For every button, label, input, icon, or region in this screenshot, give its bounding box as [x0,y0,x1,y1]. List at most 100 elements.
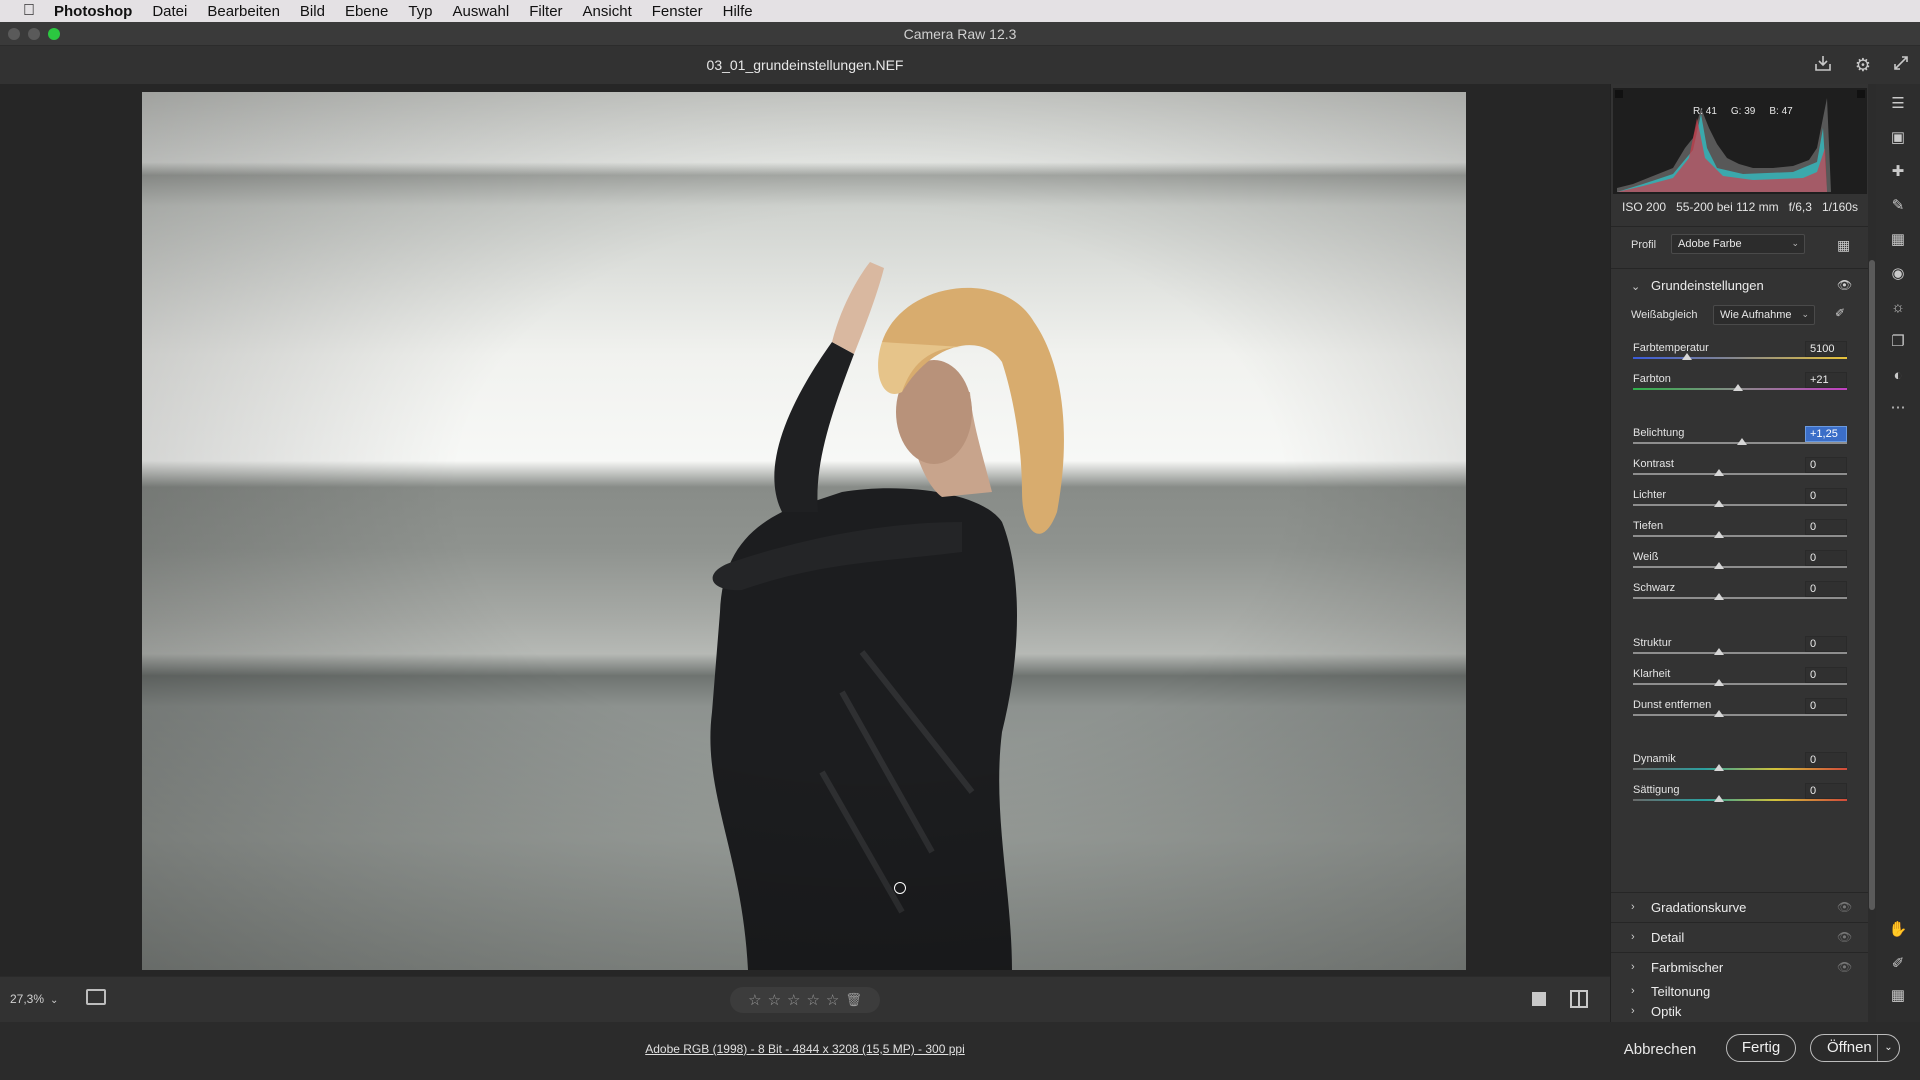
slider-value-input[interactable]: 0 [1805,457,1847,473]
menu-datei[interactable]: Datei [152,3,187,20]
eye-icon[interactable]: 👁 [1837,960,1852,974]
menu-fenster[interactable]: Fenster [652,3,703,20]
brush-icon[interactable]: ✎ [1888,196,1908,216]
profile-browser-icon[interactable]: ▦ [1837,237,1853,253]
slider-value-input[interactable]: 0 [1805,581,1847,597]
slider-value-input[interactable]: 0 [1805,488,1847,504]
section-color-mixer[interactable]: › Farbmischer 👁 [1611,952,1869,982]
image-canvas[interactable] [0,84,1610,976]
menu-ansicht[interactable]: Ansicht [583,3,632,20]
menu-hilfe[interactable]: Hilfe [723,3,753,20]
slider-thumb[interactable] [1713,531,1724,538]
scrollbar-thumb[interactable] [1869,260,1875,910]
hand-icon[interactable]: ✋ [1888,920,1908,940]
radial-icon[interactable]: ◉ [1888,264,1908,284]
menu-photoshop[interactable]: Photoshop [54,3,132,20]
menu-filter[interactable]: Filter [529,3,562,20]
healing-icon[interactable]: ✚ [1888,162,1908,182]
eye-icon[interactable]: 👁 [1837,930,1852,944]
slider-thumb[interactable] [1713,593,1724,600]
grid-icon[interactable]: ▦ [1888,986,1908,1006]
redeye-icon[interactable]: ☼ [1888,298,1908,318]
eyedropper-icon[interactable]: ✐ [1835,306,1845,320]
eye-icon[interactable]: 👁 [1837,278,1852,292]
workflow-options-link[interactable]: Adobe RGB (1998) - 8 Bit - 4844 x 3208 (… [0,1042,1610,1056]
done-button[interactable]: Fertig [1726,1034,1796,1062]
slider-thumb[interactable] [1713,679,1724,686]
presets-icon[interactable]: ◐ [1888,366,1908,386]
open-button[interactable]: Öffnen ⌄ [1810,1034,1900,1062]
eye-icon[interactable]: 👁 [1837,900,1852,914]
filmstrip-icon[interactable] [86,989,106,1005]
slider-value-input[interactable]: +21 [1805,372,1847,388]
slider-thumb[interactable] [1713,500,1724,507]
crop-icon[interactable]: ▣ [1888,128,1908,148]
slider-track[interactable] [1633,768,1847,770]
slider-track[interactable] [1633,683,1847,685]
slider-value-input[interactable]: 0 [1805,519,1847,535]
slider-track[interactable] [1633,535,1847,537]
slider-track[interactable] [1633,799,1847,801]
chevron-down-icon[interactable]: ⌄ [1877,1035,1899,1061]
single-view-icon[interactable] [1532,992,1546,1006]
menu-auswahl[interactable]: Auswahl [453,3,510,20]
slider-thumb[interactable] [1713,469,1724,476]
menu-ebene[interactable]: Ebene [345,3,388,20]
edit-icon[interactable]: ☰ [1888,94,1908,114]
gear-icon[interactable]: ⚙ [1852,54,1874,76]
slider-thumb[interactable] [1713,710,1724,717]
star-rating[interactable]: ☆ ☆ ☆ ☆ ☆ 🗑 [730,987,880,1013]
profile-select[interactable]: Adobe Farbe ⌄ [1671,234,1805,254]
slider-thumb[interactable] [1732,384,1743,391]
menu-bild[interactable]: Bild [300,3,325,20]
slider-value-input[interactable]: +1,25 [1805,426,1847,442]
star-icon[interactable]: ☆ [826,991,839,1009]
section-teiltonung[interactable]: › Teiltonung [1611,982,1869,1002]
apple-menu-icon[interactable]:  [18,2,40,20]
star-icon[interactable]: ☆ [748,991,761,1009]
slider-track[interactable] [1633,597,1847,599]
slider-thumb[interactable] [1713,795,1724,802]
menu-typ[interactable]: Typ [408,3,432,20]
slider-thumb[interactable] [1713,764,1724,771]
menu-bearbeiten[interactable]: Bearbeiten [207,3,280,20]
gradient-icon[interactable]: ▦ [1888,230,1908,250]
trash-icon[interactable]: 🗑 [845,992,862,1008]
slider-thumb[interactable] [1713,562,1724,569]
slider-value-input[interactable]: 0 [1805,667,1847,683]
section-detail[interactable]: › Detail 👁 [1611,922,1869,952]
zoom-level-select[interactable]: 27,3% ⌄ [10,992,58,1006]
before-after-view-icon[interactable] [1570,990,1588,1008]
star-icon[interactable]: ☆ [787,991,800,1009]
eyedropper-icon[interactable]: ✐ [1888,954,1908,974]
chevron-down-icon[interactable]: ⌄ [1631,280,1640,293]
slider-thumb[interactable] [1737,438,1748,445]
cancel-button[interactable]: Abbrechen [1610,1041,1710,1058]
slider-track[interactable] [1633,504,1847,506]
star-icon[interactable]: ☆ [806,991,819,1009]
slider-value-input[interactable]: 0 [1805,550,1847,566]
slider-value-input[interactable]: 0 [1805,636,1847,652]
slider-track[interactable] [1633,652,1847,654]
slider-value-input[interactable]: 0 [1805,698,1847,714]
preview-photo[interactable] [142,92,1466,970]
more-icon[interactable]: ⋯ [1888,398,1908,418]
slider-thumb[interactable] [1681,353,1692,360]
panel-scrollbar[interactable] [1868,84,1876,1022]
section-title-basic[interactable]: Grundeinstellungen [1651,278,1764,293]
section-optik[interactable]: › Optik [1611,1002,1869,1022]
slider-track[interactable] [1633,357,1847,359]
slider-track[interactable] [1633,714,1847,716]
slider-track[interactable] [1633,566,1847,568]
wb-select[interactable]: Wie Aufnahme ⌄ [1713,305,1815,325]
slider-value-input[interactable]: 0 [1805,783,1847,799]
section-curve[interactable]: › Gradationskurve 👁 [1611,892,1869,922]
save-icon[interactable] [1812,54,1834,76]
star-icon[interactable]: ☆ [768,991,781,1009]
slider-thumb[interactable] [1713,648,1724,655]
slider-track[interactable] [1633,473,1847,475]
slider-value-input[interactable]: 0 [1805,752,1847,768]
snapshots-icon[interactable]: ❐ [1888,332,1908,352]
slider-value-input[interactable]: 5100 [1805,341,1847,357]
fullscreen-icon[interactable] [1890,54,1912,76]
